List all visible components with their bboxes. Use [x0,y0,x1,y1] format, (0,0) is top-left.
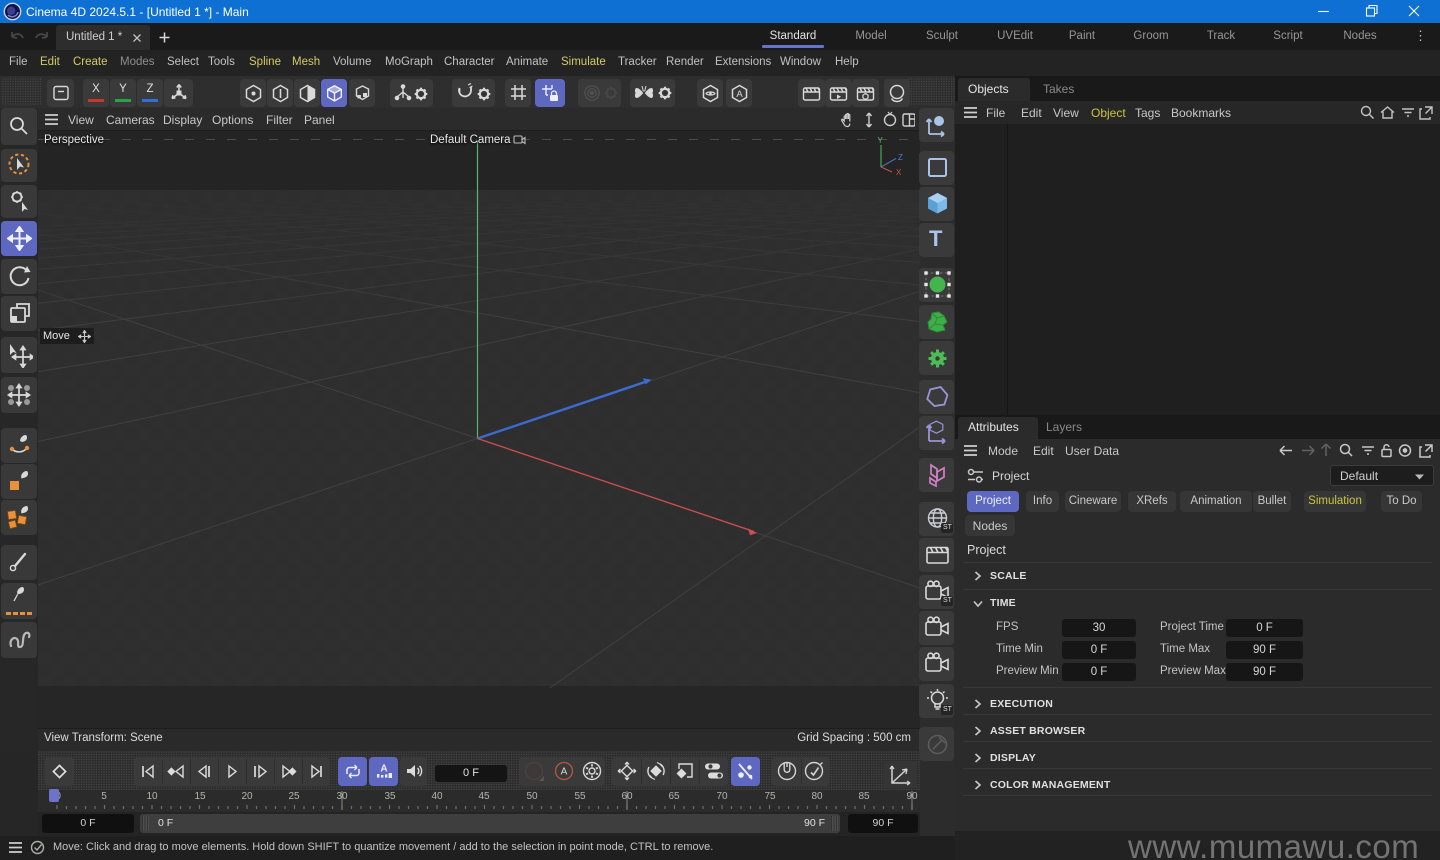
svg-text:A: A [561,767,568,778]
svg-text:Z: Z [898,153,903,162]
svg-text:X: X [896,168,902,177]
svg-text:A: A [380,764,387,775]
svg-text:Y: Y [878,136,884,145]
svg-text:A: A [736,89,743,100]
